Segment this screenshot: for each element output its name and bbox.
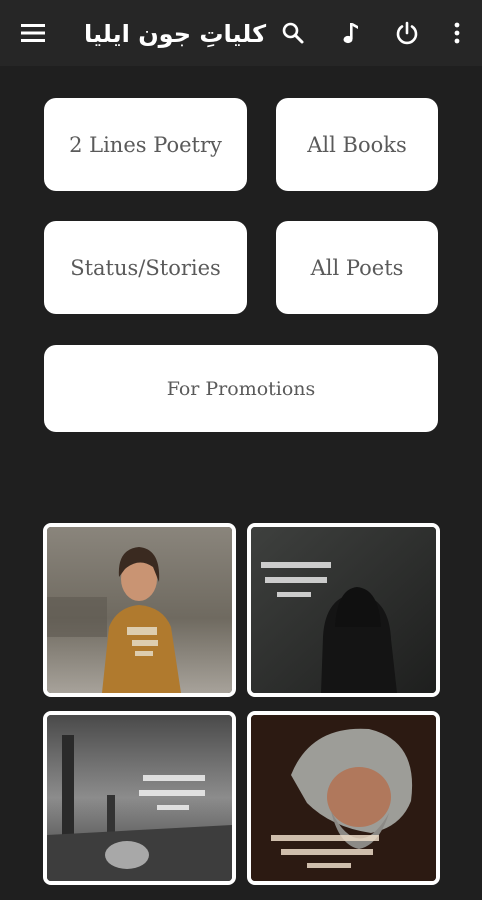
poetry-image-hooded-figure[interactable] xyxy=(247,523,440,697)
status-stories-button[interactable]: Status/Stories xyxy=(44,221,247,314)
status-stories-label: Status/Stories xyxy=(70,255,221,280)
for-promotions-label: For Promotions xyxy=(166,377,316,400)
poetry-image-girl[interactable] xyxy=(43,523,236,697)
all-poets-button[interactable]: All Poets xyxy=(276,221,438,314)
app-title: کلیاتِ جون ایلیا xyxy=(84,20,267,48)
all-books-label: All Books xyxy=(307,132,407,157)
all-poets-label: All Poets xyxy=(310,255,404,280)
girl-image xyxy=(47,527,232,693)
power-icon[interactable] xyxy=(387,13,427,53)
two-lines-poetry-label: 2 Lines Poetry xyxy=(69,132,222,157)
more-vert-icon[interactable] xyxy=(437,13,477,53)
all-books-button[interactable]: All Books xyxy=(276,98,438,191)
menu-icon[interactable] xyxy=(13,13,53,53)
music-note-icon[interactable] xyxy=(330,13,370,53)
foggy-landscape-image xyxy=(47,715,232,881)
two-lines-poetry-button[interactable]: 2 Lines Poetry xyxy=(44,98,247,191)
hooded-figure-image xyxy=(251,527,436,693)
app-bar: کلیاتِ جون ایلیا xyxy=(0,0,482,66)
poetry-image-foggy-landscape[interactable] xyxy=(43,711,236,885)
poetry-image-old-man[interactable] xyxy=(247,711,440,885)
search-icon[interactable] xyxy=(273,13,313,53)
old-man-image xyxy=(251,715,436,881)
for-promotions-button[interactable]: For Promotions xyxy=(44,345,438,432)
